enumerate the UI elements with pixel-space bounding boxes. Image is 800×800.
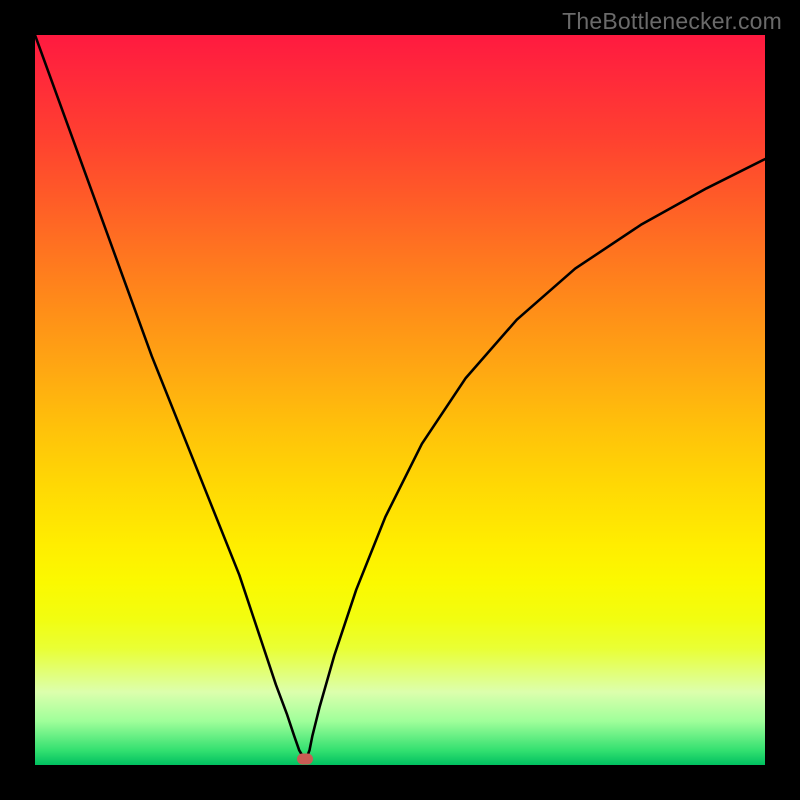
plot-area <box>35 35 765 765</box>
watermark-text: TheBottlenecker.com <box>562 8 782 35</box>
bottleneck-curve <box>35 35 765 765</box>
chart-frame: TheBottlenecker.com <box>0 0 800 800</box>
optimal-point-marker <box>297 754 313 765</box>
